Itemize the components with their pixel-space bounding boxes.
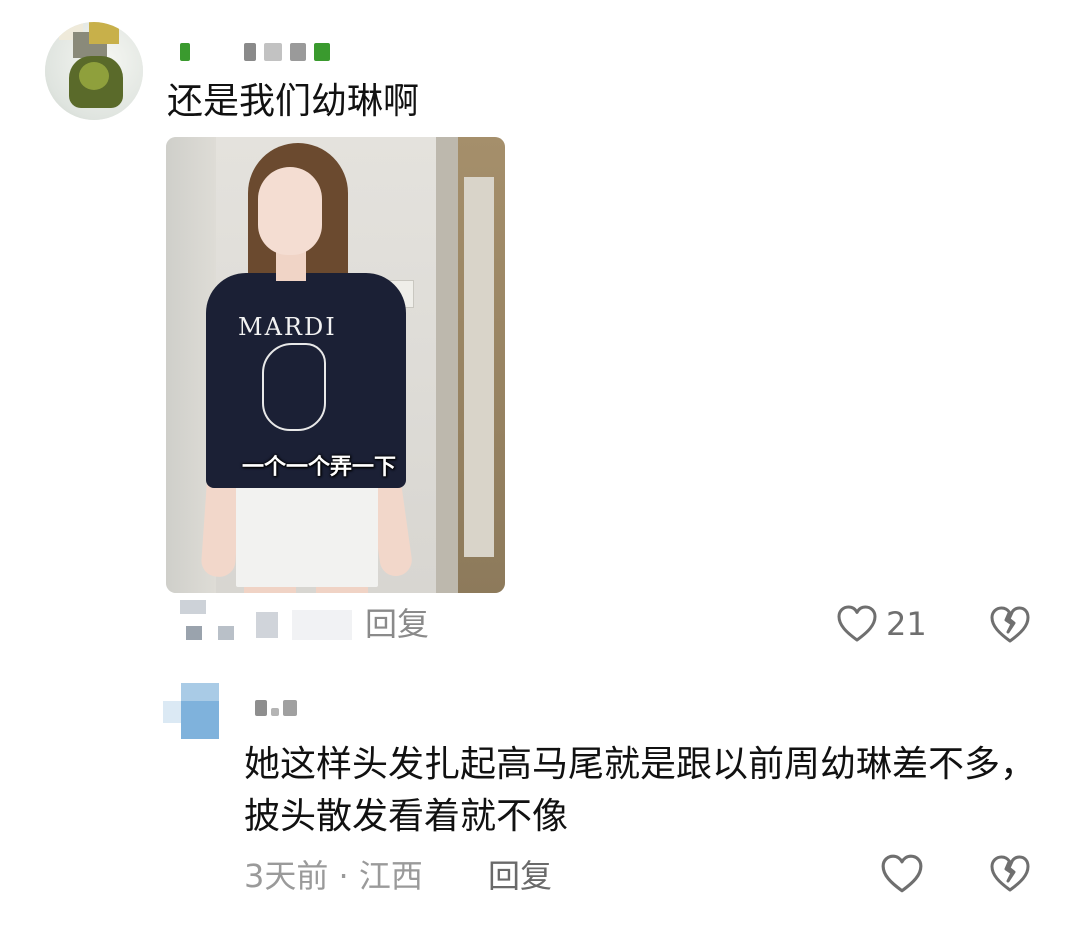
commenter-avatar[interactable] bbox=[45, 22, 143, 120]
dislike-button[interactable] bbox=[988, 853, 1032, 899]
image-person-shorts bbox=[236, 475, 378, 587]
image-door-interior bbox=[464, 177, 494, 557]
broken-heart-icon bbox=[990, 855, 1030, 892]
commenter-name-blurred[interactable] bbox=[180, 40, 330, 64]
commenter-avatar[interactable] bbox=[163, 683, 219, 739]
avatar-mosaic bbox=[181, 701, 219, 739]
dislike-button[interactable] bbox=[988, 605, 1032, 649]
reply-button[interactable]: 回复 bbox=[365, 604, 429, 644]
like-button[interactable]: 21 bbox=[836, 604, 927, 644]
avatar-mosaic bbox=[163, 701, 183, 723]
commenter-name-blurred[interactable] bbox=[255, 700, 297, 716]
image-person-face bbox=[258, 167, 322, 255]
avatar-figure bbox=[79, 62, 109, 90]
comment-text: 她这样头发扎起高马尾就是跟以前周幼琳差不多，披头散发看着就不像 bbox=[244, 744, 1037, 837]
reply-button[interactable]: 回复 bbox=[488, 856, 552, 896]
broken-heart-icon bbox=[990, 606, 1030, 643]
image-shirt-print: MARDI bbox=[238, 313, 337, 341]
heart-outline-icon bbox=[837, 605, 877, 642]
like-button[interactable] bbox=[880, 853, 924, 899]
heart-outline-icon bbox=[881, 854, 923, 893]
image-subtitle: 一个一个弄一下 bbox=[242, 455, 397, 480]
comment-image[interactable]: MARDI 一个一个弄一下 bbox=[166, 137, 505, 593]
avatar-mosaic bbox=[89, 22, 119, 44]
image-doorframe bbox=[436, 137, 458, 593]
image-shirt-graphic bbox=[262, 343, 326, 431]
comment-text: 还是我们幼琳啊 bbox=[167, 81, 420, 122]
comment-time-location: 3天前 · 江西 bbox=[244, 857, 423, 895]
like-count: 21 bbox=[886, 605, 927, 643]
